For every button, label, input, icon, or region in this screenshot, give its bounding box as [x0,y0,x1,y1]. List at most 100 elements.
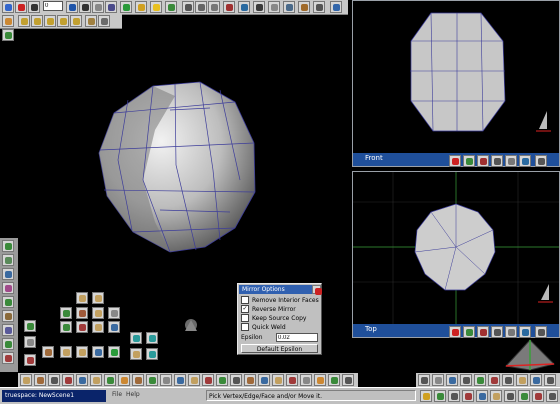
status-icon-1[interactable] [420,390,432,402]
mode-point-icon[interactable] [18,15,30,27]
view-tool-3[interactable] [446,374,458,386]
front-pan-icon[interactable] [505,155,517,167]
grid-icon[interactable] [283,1,295,13]
front-rotate-icon[interactable] [519,155,531,167]
palette-tool-7[interactable] [24,320,36,332]
palette-tool-12[interactable] [130,332,142,344]
palette-tool-2[interactable] [92,292,104,304]
status-icon-9[interactable] [532,390,544,402]
bottom-tool-18[interactable] [258,374,270,386]
palette-tool-13[interactable] [146,332,158,344]
status-icon-2[interactable] [434,390,446,402]
mode-object-icon[interactable] [57,15,69,27]
view-tool-6[interactable] [488,374,500,386]
palette-tool-5[interactable] [92,307,104,319]
view-tool-8[interactable] [516,374,528,386]
view-tool-9[interactable] [530,374,542,386]
bottom-tool-5[interactable] [76,374,88,386]
palette-tool-20[interactable] [130,348,142,360]
manipulator-widget-icon[interactable] [185,319,197,331]
palette-tool-16[interactable] [60,346,72,358]
view-tool-5[interactable] [474,374,486,386]
palette-tool-19[interactable] [108,346,120,358]
bottom-tool-8[interactable] [118,374,130,386]
bottom-tool-23[interactable] [328,374,340,386]
light-icon[interactable] [150,1,162,13]
bottom-tool-20[interactable] [286,374,298,386]
bottom-tool-4[interactable] [62,374,74,386]
epsilon-field[interactable] [276,333,318,342]
navigation-widget-icon[interactable] [500,336,558,372]
remove-interior-faces-checkbox[interactable] [241,295,249,304]
mirror-close-icon[interactable] [312,285,322,295]
bottom-tool-19[interactable] [272,374,284,386]
status-icon-8[interactable] [518,390,530,402]
mode-face-icon[interactable] [44,15,56,27]
reverse-mirror-checkbox[interactable]: ✓ [241,304,249,313]
tool-icon-4[interactable] [2,282,14,294]
move-icon[interactable] [182,1,194,13]
bottom-tool-15[interactable] [216,374,228,386]
keep-source-copy-checkbox[interactable] [241,313,249,322]
status-icon-3[interactable] [448,390,460,402]
keyframe-icon[interactable] [92,1,104,13]
bottom-tool-13[interactable] [188,374,200,386]
bottom-tool-17[interactable] [244,374,256,386]
palette-tool-3[interactable] [60,307,72,319]
status-icon-10[interactable] [546,390,558,402]
bottom-tool-21[interactable] [300,374,312,386]
bottom-tool-2[interactable] [34,374,46,386]
bottom-tool-12[interactable] [174,374,186,386]
tool-icon-6[interactable] [2,310,14,322]
link-icon[interactable] [120,1,132,13]
toggle-icon[interactable] [2,15,14,27]
quick-weld-checkbox[interactable] [241,322,249,331]
status-icon-7[interactable] [504,390,516,402]
object-icon[interactable] [298,1,310,13]
front-close-icon[interactable] [449,155,461,167]
status-icon-4[interactable] [462,390,474,402]
undo-icon[interactable] [313,1,325,13]
bottom-tool-6[interactable] [90,374,102,386]
refresh-icon[interactable] [98,15,110,27]
mode-all-icon[interactable] [70,15,82,27]
keep-source-copy-option[interactable]: Keep Source Copy [241,313,306,323]
front-zoom-icon[interactable] [491,155,503,167]
bottom-tool-1[interactable] [20,374,32,386]
top-close-icon[interactable] [449,326,461,338]
front-expand-icon[interactable] [535,155,547,167]
palette-tool-8[interactable] [60,321,72,333]
animation-icon[interactable] [85,15,97,27]
top-viewport[interactable]: Top [352,171,560,338]
bottom-tool-16[interactable] [230,374,242,386]
view-tool-2[interactable] [432,374,444,386]
tool-icon-9[interactable] [2,352,14,364]
bottom-tool-3[interactable] [48,374,60,386]
default-epsilon-button[interactable]: Default Epsilon [241,344,318,353]
tool-icon-7[interactable] [2,324,14,336]
frame-field[interactable] [43,1,63,11]
palette-tool-4[interactable] [76,307,88,319]
tool-icon-3[interactable] [2,268,14,280]
palette-tool-11[interactable] [108,321,120,333]
tool-icon-5[interactable] [2,296,14,308]
front-camera-icon[interactable] [477,155,489,167]
view-tool-1[interactable] [418,374,430,386]
menu-file[interactable]: File [112,391,122,398]
tool-icon-8[interactable] [2,338,14,350]
rewind-icon[interactable] [28,1,40,13]
palette-tool-6[interactable] [108,307,120,319]
palette-tool-1[interactable] [76,292,88,304]
bottom-tool-22[interactable] [314,374,326,386]
record-icon[interactable] [15,1,27,13]
top-render-icon[interactable] [463,326,475,338]
palette-tool-18[interactable] [92,346,104,358]
bottom-tool-10[interactable] [146,374,158,386]
render-icon[interactable] [238,1,250,13]
select-icon[interactable] [2,1,14,13]
bottom-tool-24[interactable] [342,374,354,386]
rotate-icon[interactable] [195,1,207,13]
app-title-button[interactable]: truespace: NewScene1 [2,390,106,402]
palette-tool-17[interactable] [76,346,88,358]
palette-tool-22[interactable] [24,354,36,366]
